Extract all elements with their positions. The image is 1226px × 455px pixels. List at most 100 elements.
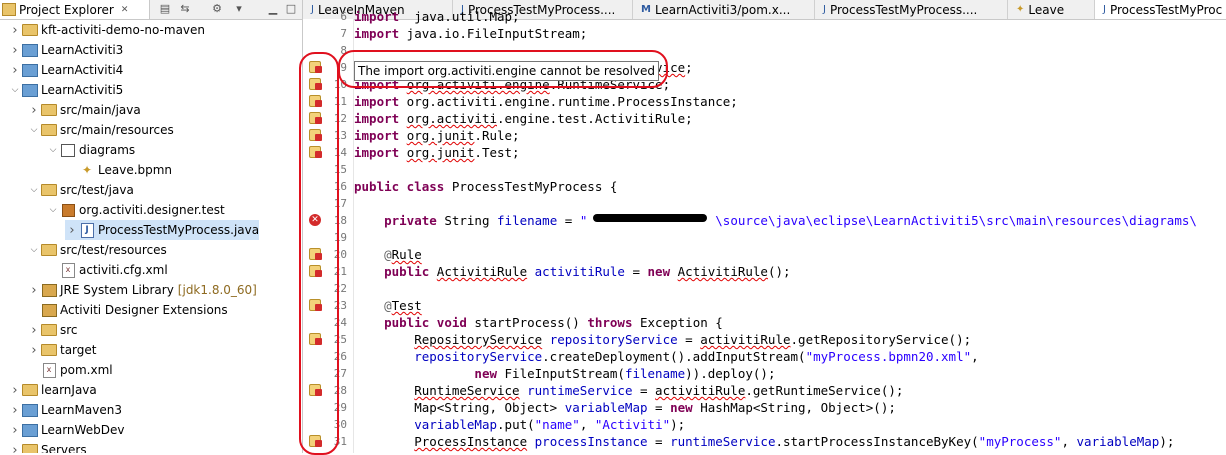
- editor-tab[interactable]: M LearnActiviti3/pom.x...: [633, 0, 815, 19]
- maximize-icon[interactable]: □: [284, 2, 298, 16]
- tree-item[interactable]: ✦ Leave.bpmn: [65, 160, 172, 180]
- code-token: import: [354, 111, 400, 126]
- chevron-down-icon[interactable]: ⌵: [8, 85, 22, 95]
- chevron-right-icon[interactable]: ›: [8, 403, 22, 418]
- chevron-down-icon[interactable]: ⌵: [27, 125, 41, 135]
- source-folder-icon: [41, 183, 57, 197]
- code-token: String: [436, 213, 498, 228]
- redaction-mark: [593, 214, 707, 222]
- code-token: import: [354, 128, 400, 143]
- tree-item[interactable]: ⌵ LearnActiviti5: [8, 80, 124, 100]
- filter-icon[interactable]: ⚙: [210, 2, 224, 16]
- tree-item[interactable]: › LearnMaven3: [8, 400, 122, 420]
- code-token: .getRepositoryService();: [790, 332, 972, 347]
- tree-item[interactable]: ⌵ diagrams: [46, 140, 136, 160]
- package-icon: [60, 203, 76, 217]
- tree-item[interactable]: › LearnActiviti4: [8, 60, 123, 80]
- tree-item[interactable]: › src/main/java: [27, 100, 140, 120]
- chevron-down-icon[interactable]: ⌵: [46, 145, 60, 155]
- tree-item[interactable]: Activiti Designer Extensions: [27, 300, 228, 320]
- tree-item[interactable]: › kft-activiti-demo-no-maven: [8, 20, 205, 40]
- project-icon: [22, 383, 38, 397]
- chevron-right-icon[interactable]: ›: [27, 283, 41, 298]
- tab-project-explorer[interactable]: Project Explorer ✕: [0, 0, 150, 19]
- minimize-icon[interactable]: ▁: [266, 2, 280, 16]
- code-token: Exception {: [632, 315, 723, 330]
- tree-item-label: org.activiti.designer.test: [79, 203, 225, 217]
- code-token: import: [354, 9, 400, 24]
- folder-icon: [41, 343, 57, 357]
- code-token: new: [647, 264, 671, 279]
- chevron-right-icon[interactable]: ›: [8, 383, 22, 398]
- tree-item[interactable]: x activiti.cfg.xml: [46, 260, 168, 280]
- chevron-right-icon[interactable]: ›: [8, 63, 22, 78]
- project-explorer-tab-label: Project Explorer: [19, 2, 114, 17]
- chevron-right-icon[interactable]: ›: [27, 103, 41, 118]
- code-token: "myProcess.bpmn20.xml": [805, 349, 972, 364]
- tree-item-label: LearnActiviti3: [41, 43, 124, 57]
- tree-item[interactable]: ⌵ src/test/java: [27, 180, 134, 200]
- code-token: );: [1159, 434, 1175, 449]
- diagram-folder-icon: [60, 143, 76, 157]
- tree-item-label: JRE System Library: [60, 283, 174, 297]
- editor-tab[interactable]: J ProcessTestMyProc: [1095, 0, 1226, 19]
- annotation-oval-markers: [299, 52, 339, 455]
- tree-item[interactable]: ⌵ org.activiti.designer.test: [46, 200, 225, 220]
- tree-item[interactable]: › target: [27, 340, 96, 360]
- code-token: .engine.test.ActivitiRule;: [497, 111, 693, 126]
- tree-item[interactable]: › JRE System Library [jdk1.8.0_60]: [27, 280, 256, 300]
- tree-item-label: activiti.cfg.xml: [79, 263, 168, 277]
- chevron-right-icon[interactable]: ›: [8, 43, 22, 58]
- chevron-right-icon[interactable]: ›: [27, 323, 41, 338]
- tree-item[interactable]: › LearnWebDev: [8, 420, 124, 440]
- tree-item-label: src/main/resources: [60, 123, 174, 137]
- close-icon[interactable]: ✕: [121, 5, 129, 15]
- code-token: @: [384, 298, 392, 313]
- editor-tab-label: LearnActiviti3/pom.x...: [654, 2, 791, 17]
- code-line: variableMap.put("name", "Activiti");: [354, 416, 685, 433]
- code-token: public void: [384, 315, 467, 330]
- tree-item[interactable]: ⌵ src/main/resources: [27, 120, 174, 140]
- code-token: new: [474, 366, 497, 381]
- code-token: import: [354, 94, 400, 109]
- code-token: repositoryService: [549, 332, 678, 347]
- tree-item[interactable]: › J ProcessTestMyProcess.java: [65, 220, 260, 240]
- tree-item[interactable]: › Servers: [8, 440, 87, 453]
- library-icon: [41, 303, 57, 317]
- collapse-all-icon[interactable]: ▤: [158, 2, 172, 16]
- code-token: Map<String, Object>: [354, 400, 565, 415]
- chevron-down-icon[interactable]: ⌵: [27, 185, 41, 195]
- code-token: =: [647, 434, 671, 449]
- code-line: private String filename = " \source\java…: [354, 212, 1197, 229]
- code-line: import org.activiti.engine.runtime.Proce…: [354, 93, 738, 110]
- editor-tab[interactable]: ✦ Leave: [1008, 0, 1095, 19]
- code-line: import java.util.Map;: [354, 8, 520, 25]
- chevron-right-icon[interactable]: ›: [8, 423, 22, 438]
- view-menu-icon[interactable]: ▾: [232, 2, 246, 16]
- chevron-down-icon[interactable]: ⌵: [27, 245, 41, 255]
- code-token: ;: [685, 60, 693, 75]
- tree-item[interactable]: › LearnActiviti3: [8, 40, 123, 60]
- tree-item[interactable]: x pom.xml: [27, 360, 113, 380]
- tree-item[interactable]: › src: [27, 320, 77, 340]
- source-folder-icon: [41, 123, 57, 137]
- tree-item[interactable]: › learnJava: [8, 380, 96, 400]
- code-token: FileInputStream(: [497, 366, 625, 381]
- chevron-right-icon[interactable]: ›: [27, 343, 41, 358]
- chevron-right-icon[interactable]: ›: [8, 23, 22, 38]
- chevron-right-icon[interactable]: ›: [8, 443, 22, 454]
- chevron-down-icon[interactable]: ⌵: [46, 205, 60, 215]
- tree-item[interactable]: ⌵ src/test/resources: [27, 240, 167, 260]
- editor-tab[interactable]: J ProcessTestMyProcess....: [815, 0, 1008, 19]
- link-with-editor-icon[interactable]: ⇆: [178, 2, 192, 16]
- chevron-right-icon[interactable]: ›: [65, 223, 79, 238]
